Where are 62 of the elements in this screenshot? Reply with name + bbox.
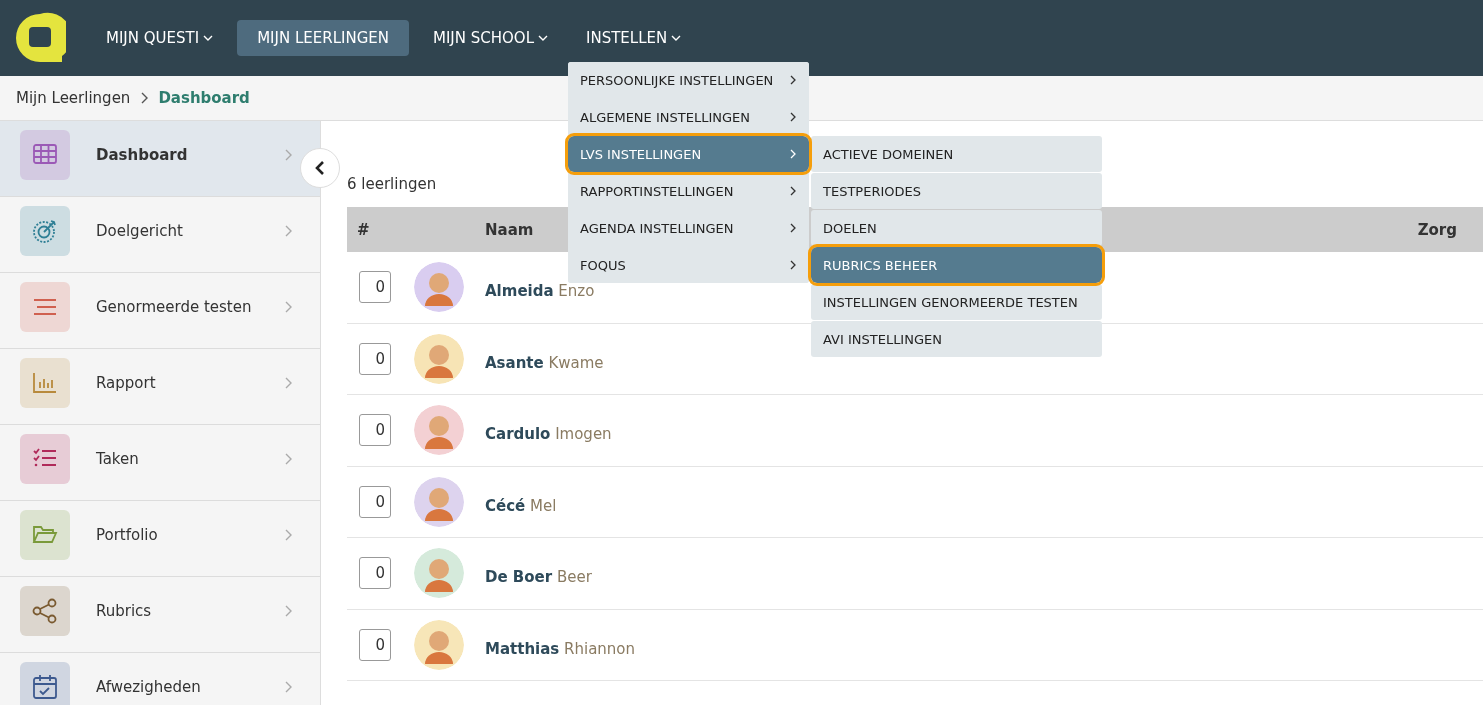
- sidebar-item[interactable]: Portfolio: [0, 501, 320, 577]
- student-name[interactable]: Cécé Mel: [485, 488, 557, 515]
- menu-item[interactable]: TESTPERIODES: [811, 173, 1102, 209]
- chevron-icon: [284, 148, 294, 161]
- chevron-icon: [789, 260, 797, 270]
- menu-item[interactable]: RUBRICS BEHEER: [811, 247, 1102, 283]
- chevron-icon: [789, 75, 797, 85]
- chevron-icon: [789, 223, 797, 233]
- avatar-icon: [414, 476, 464, 527]
- sidebar-item[interactable]: Taken: [0, 425, 320, 501]
- chevron-left-icon: [314, 160, 326, 176]
- chevron-icon: [284, 680, 294, 693]
- nav-item[interactable]: MIJN LEERLINGEN: [237, 20, 409, 56]
- number-field[interactable]: 0: [359, 342, 391, 375]
- chevron-icon: [284, 604, 294, 617]
- avatar-icon: [414, 262, 464, 313]
- sidebar-item[interactable]: Afwezigheden: [0, 653, 320, 705]
- nav-item[interactable]: INSTELLEN: [572, 20, 696, 56]
- menu-item[interactable]: INSTELLINGEN GENORMEERDE TESTEN: [811, 284, 1102, 320]
- sidebar-item[interactable]: Rapport: [0, 349, 320, 425]
- breadcrumb-current: Dashboard: [158, 89, 250, 107]
- chevron-icon: [789, 186, 797, 196]
- sidebar-item[interactable]: Genormeerde testen: [0, 273, 320, 349]
- menu-item[interactable]: LVS INSTELLINGEN: [568, 136, 809, 172]
- student-name[interactable]: De Boer Beer: [485, 560, 592, 587]
- number-field[interactable]: 0: [359, 485, 391, 518]
- student-name[interactable]: Matthias Rhiannon: [485, 631, 636, 658]
- sidebar-item[interactable]: Rubrics: [0, 577, 320, 653]
- chevron-icon: [789, 149, 797, 159]
- student-name[interactable]: Cardulo Imogen: [485, 417, 612, 444]
- chevron-icon: [284, 452, 294, 465]
- student-count: 6 leerlingen: [347, 175, 437, 193]
- chevron-icon: [284, 376, 294, 389]
- menu-item[interactable]: AVI INSTELLINGEN: [811, 321, 1102, 357]
- collapse-button[interactable]: [300, 148, 340, 188]
- number-field[interactable]: 0: [359, 628, 391, 661]
- calendar-icon: [31, 672, 59, 701]
- menu-item[interactable]: DOELEN: [811, 210, 1102, 246]
- menu-item[interactable]: ACTIEVE DOMEINEN: [811, 136, 1102, 172]
- number-field[interactable]: 0: [359, 557, 391, 590]
- column-header: Naam: [485, 220, 534, 239]
- avatar-icon: [414, 619, 464, 670]
- avatar-icon: [414, 405, 464, 456]
- nav-item[interactable]: MIJN QUESTI: [92, 20, 228, 56]
- column-header: #: [357, 220, 370, 239]
- number-field[interactable]: 0: [359, 271, 391, 304]
- chevron-icon: [789, 112, 797, 122]
- logo-icon: [14, 12, 66, 64]
- nav-item[interactable]: MIJN SCHOOL: [419, 20, 563, 56]
- student-name[interactable]: Asante Kwame: [485, 345, 604, 372]
- chevron-icon: [284, 300, 294, 313]
- avatar-icon: [414, 548, 464, 599]
- breadcrumb-link[interactable]: Mijn Leerlingen: [16, 89, 131, 107]
- chevron-icon: [284, 528, 294, 541]
- avatar-icon: [414, 333, 464, 384]
- column-header: Zorg: [1417, 220, 1457, 239]
- chevron-icon: [140, 92, 149, 104]
- sidebar-item[interactable]: Dashboard: [0, 121, 320, 197]
- sidebar-item[interactable]: Doelgericht: [0, 197, 320, 273]
- share-icon: [31, 596, 59, 625]
- number-field[interactable]: 0: [359, 414, 391, 447]
- chevron-icon: [284, 224, 294, 237]
